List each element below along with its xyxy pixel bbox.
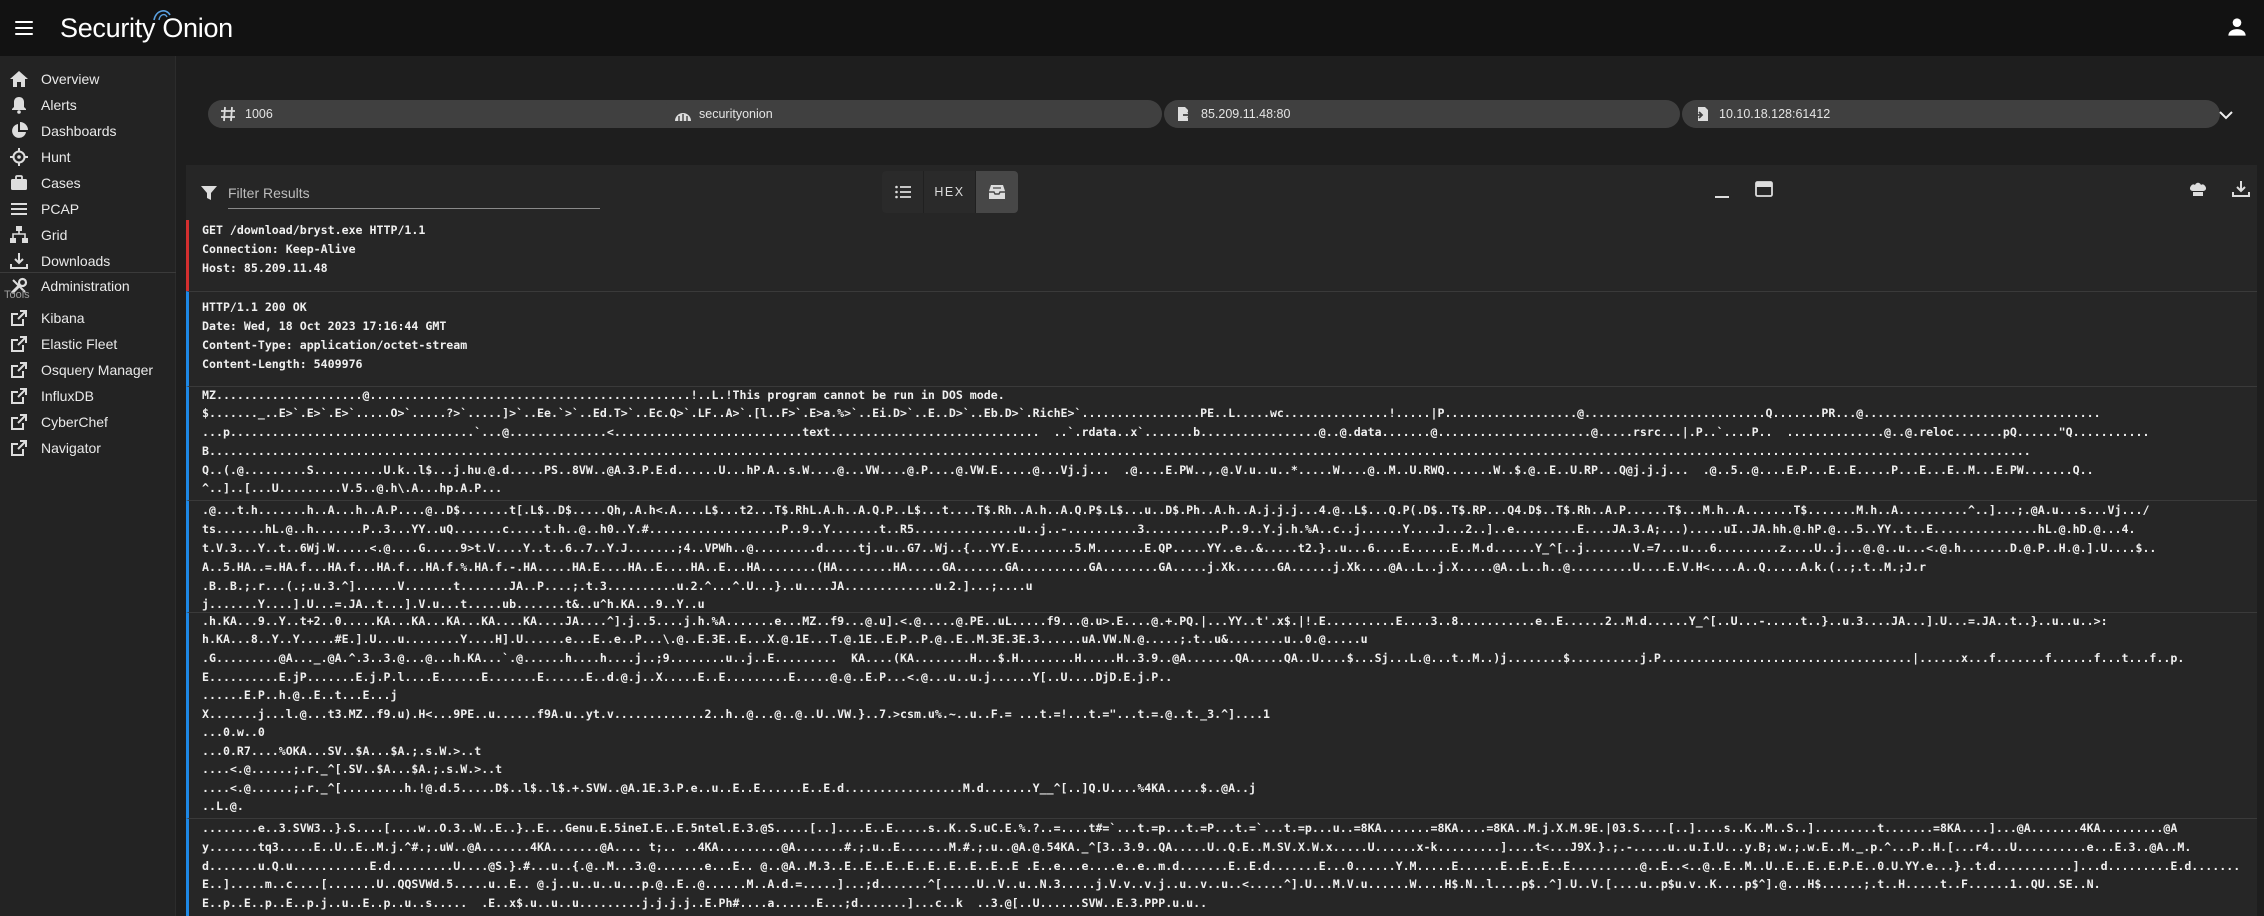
payload-line: ....<.@......;.r._^[.........h.!@.d.5...…	[202, 782, 1256, 795]
packet-server-payload: .@...t.h.......h..A...h..A.P....@..D$...…	[186, 500, 2257, 612]
destination-chip[interactable]: 10.10.18.128:61412	[1682, 100, 2220, 128]
payload-line: .G.........@A..._.@A.^.3..3.@...@...h.KA…	[202, 652, 2185, 665]
file-export-icon	[1176, 106, 1193, 122]
payload-line: ....<.@......;.r._^[.SV..$A...$A.;.s.W.>…	[202, 763, 503, 776]
source-chip[interactable]: 85.209.11.48:80	[1164, 100, 1680, 128]
external-link-icon	[9, 308, 29, 328]
packet-line: HTTP/1.1 200 OK	[202, 300, 307, 314]
payload-line: ......E.P..h.@..E..t...E...j	[202, 689, 398, 702]
payload-line: ts.......hL.@..h.......P..3...YY..uQ....…	[202, 523, 2136, 536]
payload-line: B.......................................…	[202, 445, 2031, 458]
packet-line: GET /download/bryst.exe HTTP/1.1	[202, 223, 426, 237]
external-link-icon	[9, 438, 29, 458]
list-icon	[894, 185, 911, 199]
filter-input[interactable]	[228, 177, 600, 209]
filter-icon	[200, 185, 218, 203]
packet-line: Date: Wed, 18 Oct 2023 17:16:44 GMT	[202, 319, 447, 333]
view-toggle-group: HEX	[882, 171, 1018, 213]
list-view-button[interactable]	[882, 171, 924, 213]
payload-line: ...p...................................`…	[202, 426, 2150, 439]
packet-client-request: GET /download/bryst.exe HTTP/1.1 Connect…	[186, 220, 2257, 291]
payload-line: .@...t.h.......h..A...h..A.P....@..D$...…	[202, 504, 2150, 517]
sensor-dish-icon	[674, 106, 691, 122]
payload-line: E..p..E..p..E..p.j..u..E..p..u..s..... .…	[202, 897, 1208, 910]
app-logo[interactable]: Security Onion	[60, 10, 233, 44]
packet-line: Host: 85.209.11.48	[202, 261, 328, 275]
payload-line: .B..B.;.r...(.;.u.3.^]......V.......t...…	[202, 580, 1033, 593]
payload-line: E..........E.jP.......E.j.P.l....E......…	[202, 671, 1173, 684]
main-content: 1006 securityonion 85.209.11.48:80 10.10…	[177, 56, 2264, 916]
hamburger-icon	[15, 21, 33, 23]
external-link-icon	[9, 360, 29, 380]
packet-line: Content-Length: 5409976	[202, 357, 363, 371]
hash-icon	[220, 106, 236, 122]
crosshairs-icon	[9, 147, 29, 167]
payload-line: ^..]..[...U.........V.5..@.h\.A...hp.A.P…	[202, 482, 503, 495]
payload-line: .h.KA...9..Y..t+2..0.....KA...KA...KA...…	[202, 615, 2108, 628]
sidebar: Overview Alerts Dashboards Hunt Cases PC…	[0, 56, 176, 916]
payload-view-button[interactable]	[976, 171, 1018, 213]
app-bar: Security Onion	[0, 0, 2264, 56]
packet-server-response-header: HTTP/1.1 200 OK Date: Wed, 18 Oct 2023 1…	[186, 291, 2257, 386]
payload-line: t.V.3...Y..t..6Wj.W.....<.@....G.....9>t…	[202, 542, 2157, 555]
packet-stream: GET /download/bryst.exe HTTP/1.1 Connect…	[186, 220, 2257, 916]
payload-line: y.......tq3.....E..U..E..M.j.^#.;.uW..@A…	[202, 841, 2192, 854]
payload-line: E..].....m..c....[.......U..QQSVWd.5....…	[202, 878, 2101, 891]
payload-line: $......._..E>`.E>`.E>`.....O>`.....?>`..…	[202, 407, 2101, 420]
payload-line: X.......j...l.@...t3.MZ..f9.u).H<...9PE.…	[202, 708, 1270, 721]
sensor-chip[interactable]: securityonion	[662, 100, 1162, 128]
app-brand-text: Security Onion	[60, 12, 233, 43]
packet-server-payload: MZ.....................@................…	[186, 386, 2257, 500]
external-link-icon	[9, 386, 29, 406]
payload-line: A..5.HA..=.HA.f...HA.f...HA.f...HA.f.%.H…	[202, 561, 1927, 574]
tray-envelope-icon	[989, 185, 1005, 199]
hex-view-button[interactable]: HEX	[924, 171, 976, 213]
onion-swirl-icon	[153, 10, 171, 21]
payload-line: ........e..3.SVW3..}.S....[....w..O.3..W…	[202, 822, 2178, 835]
minimize-icon[interactable]	[1712, 181, 1732, 201]
packet-server-payload: ........e..3.SVW3..}.S....[....w..O.3..W…	[186, 818, 2257, 916]
account-icon[interactable]	[2224, 14, 2250, 40]
packet-card: HEX GET /download/bryst.exe HTTP/1.1 Con…	[186, 165, 2257, 916]
menu-toggle-button[interactable]	[12, 16, 36, 40]
payload-line: Q..(.@.........S..........U.k..l$...j.hu…	[202, 464, 2094, 477]
packet-line: Content-Type: application/octet-stream	[202, 338, 468, 352]
payload-line: ..L.@.	[202, 800, 244, 813]
bell-icon	[9, 95, 29, 115]
sidebar-tool-navigator[interactable]: Navigator	[0, 430, 176, 466]
packet-line: Connection: Keep-Alive	[202, 242, 356, 256]
external-link-icon	[9, 412, 29, 432]
payload-line: MZ.....................@................…	[202, 389, 1005, 402]
payload-line: ...0.R7....%OKA...SV..$A...$A.;.s.W.>..t	[202, 745, 482, 758]
file-import-icon	[1694, 106, 1710, 122]
chef-hat-icon[interactable]	[2188, 179, 2208, 199]
payload-line: j.......Y....].U...=.JA..t...].V.u...t..…	[202, 598, 705, 611]
sidebar-divider	[0, 272, 176, 273]
sitemap-icon	[9, 225, 29, 245]
briefcase-icon	[9, 173, 29, 193]
external-link-icon	[9, 334, 29, 354]
payload-line: ...0.w..0	[202, 726, 265, 739]
home-icon	[9, 69, 29, 89]
download-icon[interactable]	[2231, 179, 2251, 199]
chevron-down-icon[interactable]	[2217, 106, 2235, 124]
window-icon[interactable]	[1754, 179, 1774, 199]
payload-line: d.......u.Q.u...........E.d.........U...…	[202, 860, 2241, 873]
pie-chart-icon	[9, 121, 29, 141]
payload-line: h.KA...8..Y..Y.....#E.].U...u........Y..…	[202, 633, 1368, 646]
packet-server-payload: .h.KA...9..Y..t+2..0.....KA...KA...KA...…	[186, 612, 2257, 818]
list-lines-icon	[9, 199, 29, 219]
